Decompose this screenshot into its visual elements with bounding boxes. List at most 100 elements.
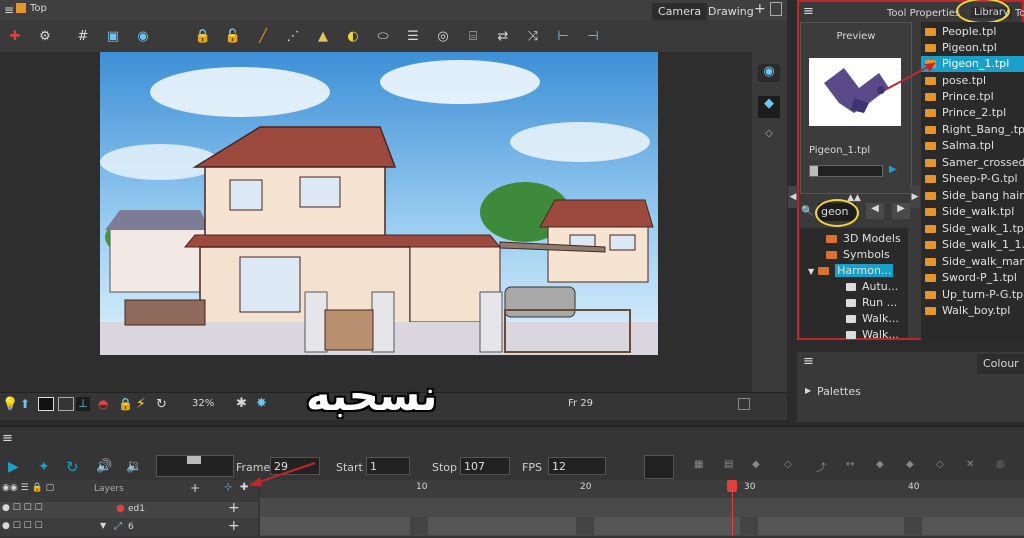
fps-select[interactable]: 12 xyxy=(548,457,606,475)
light-icon[interactable]: ◐ xyxy=(342,25,364,47)
expand-layer-icon[interactable]: ▼ xyxy=(100,521,106,530)
collapse-right-icon[interactable]: ▶ xyxy=(910,186,920,208)
track-cell[interactable] xyxy=(904,517,922,535)
remove-key-icon[interactable]: ◇ xyxy=(784,459,792,470)
transform-tool-icon[interactable]: ✚ xyxy=(4,25,26,47)
tree-item-3d-models[interactable]: 3D Models xyxy=(822,231,901,247)
list-item[interactable]: Sword-P_1.tpl xyxy=(921,270,1017,286)
nav-back-button[interactable]: ◀ xyxy=(866,203,884,219)
ease-icon[interactable]: ◆ xyxy=(876,459,884,470)
lightning-icon[interactable]: ⚡ xyxy=(136,396,146,412)
list-item[interactable]: Walk_boy.tpl xyxy=(921,303,1010,319)
list-item[interactable]: Up_turn-P-G.tpl xyxy=(921,287,1024,303)
ease-out-icon[interactable]: ◆ xyxy=(906,459,914,470)
table-row[interactable]: ● ☐ ☐ ☐ ▼ ⤢ 6 + xyxy=(0,518,258,536)
frame-mode-icon[interactable] xyxy=(38,397,54,411)
tree-item-autumn[interactable]: Autu... xyxy=(842,279,898,295)
bulb-icon[interactable]: 💡 xyxy=(2,397,18,412)
list-item[interactable]: Side_walk.tpl xyxy=(921,204,1014,220)
list-item[interactable]: Salma.tpl xyxy=(921,138,994,154)
speed-slider[interactable] xyxy=(156,455,234,477)
colour-menu-icon[interactable]: ≡ xyxy=(803,354,814,369)
sound-icon[interactable]: 🔊 xyxy=(96,459,112,474)
tab-tool-properties[interactable]: Tool Properties xyxy=(887,8,960,19)
lock-icon[interactable]: 🔒 xyxy=(192,25,214,47)
cylinder-icon[interactable]: ⌸ xyxy=(462,25,484,47)
tab-camera[interactable]: Camera xyxy=(652,3,708,20)
add-drawing-icon[interactable]: ▤ xyxy=(724,459,733,470)
merge-icon[interactable]: ⤨ xyxy=(522,25,544,47)
preview-slider[interactable] xyxy=(809,165,883,177)
clear-icon[interactable]: ✕ xyxy=(966,459,974,470)
list-item[interactable]: Side_walk_1_1.tpl xyxy=(921,237,1024,253)
list-item[interactable]: People.tpl xyxy=(921,24,996,40)
row-toggles[interactable]: ● ☐ ☐ ☐ xyxy=(2,521,43,531)
eye-icon[interactable]: ◉ xyxy=(758,64,780,82)
list-item[interactable]: Prince_2.tpl xyxy=(921,105,1006,121)
tab-colour[interactable]: Colour xyxy=(977,354,1024,374)
layer-stack-icon[interactable]: ◇ xyxy=(758,128,780,144)
timeline-tracks[interactable] xyxy=(260,498,1024,536)
split-icon[interactable]: ⇄ xyxy=(492,25,514,47)
detach-icon[interactable] xyxy=(770,2,782,16)
tab-drawing[interactable]: Drawing xyxy=(702,3,760,20)
constant-icon[interactable]: ◇ xyxy=(936,459,944,470)
add-row-icon[interactable]: + xyxy=(228,518,240,534)
disc-icon[interactable]: ◎ xyxy=(432,25,454,47)
menu-icon[interactable]: ≡ xyxy=(4,3,14,17)
dotted-line-icon[interactable]: ⋰ xyxy=(282,25,304,47)
playhead-handle[interactable] xyxy=(727,480,737,492)
color-view-icon[interactable]: ◓ xyxy=(98,397,108,411)
loop-button[interactable]: ↻ xyxy=(66,458,79,476)
expand-palettes-icon[interactable]: ▶ xyxy=(805,386,811,395)
onion-icon[interactable]: ◎ xyxy=(996,459,1005,470)
line-tool-icon[interactable]: ╱ xyxy=(252,25,274,47)
floor-icon[interactable]: ⬭ xyxy=(372,25,394,47)
layers-icon[interactable]: ◆ xyxy=(758,96,780,118)
tab-more[interactable]: To xyxy=(1015,8,1024,19)
peg-icon[interactable]: ▲ xyxy=(312,25,334,47)
zoom-level[interactable]: 32% xyxy=(192,398,214,409)
safe-area-icon[interactable]: ▣ xyxy=(102,25,124,47)
layer-visibility-icons[interactable]: ◉◉ ☰ 🔒 ▢ xyxy=(2,483,54,493)
list-item[interactable]: Side_walk_1.tpl xyxy=(921,221,1024,237)
add-layer-icon[interactable]: + xyxy=(190,481,200,495)
track-cell[interactable] xyxy=(576,517,594,535)
tree-item-run[interactable]: Run ... xyxy=(842,295,897,311)
play-button[interactable]: ▶ xyxy=(8,459,19,475)
list-item[interactable]: Pigeon.tpl xyxy=(921,40,997,56)
align-right-icon[interactable]: ⊣ xyxy=(582,25,604,47)
add-peg-icon[interactable]: ⊹ xyxy=(224,482,232,493)
expand-icon[interactable]: ▼ xyxy=(808,267,814,276)
add-view-icon[interactable]: + xyxy=(754,1,766,17)
list-item[interactable]: Samer_crossed_h xyxy=(921,155,1024,171)
set-key-icon[interactable]: ◆ xyxy=(752,459,760,470)
track-cell[interactable] xyxy=(740,517,758,535)
timeline-menu-icon[interactable]: ≡ xyxy=(2,431,13,446)
render-preview-icon[interactable] xyxy=(58,397,74,411)
table-row[interactable]: ● ☐ ☐ ☐ ● ed1 + xyxy=(0,500,258,518)
tree-item-harmony[interactable]: ▼ Harmon... xyxy=(808,263,894,279)
stop-motion-icon[interactable]: ↔ xyxy=(846,459,854,470)
gear-icon[interactable]: ⚙ xyxy=(34,25,56,47)
view-option-box[interactable] xyxy=(738,398,750,410)
pivot-icon[interactable]: ⊥ xyxy=(76,397,90,411)
layer-name[interactable]: ed1 xyxy=(128,504,145,514)
layer-color-swatch[interactable] xyxy=(644,455,674,479)
keyframe-icon[interactable]: ▦ xyxy=(694,459,703,470)
track-cell[interactable] xyxy=(410,517,428,535)
lock-view-icon[interactable]: 🔒 xyxy=(118,397,133,411)
stop-field[interactable]: 107 xyxy=(460,457,510,475)
list-item[interactable]: Side_walk_man.t xyxy=(921,254,1024,270)
frame-ruler[interactable]: 10 20 30 40 xyxy=(260,480,1024,498)
tree-item-symbols[interactable]: Symbols xyxy=(822,247,890,263)
collapse-left-icon[interactable]: ◀ xyxy=(788,186,798,208)
list-item[interactable]: Sheep-P-G.tpl xyxy=(921,171,1018,187)
play-preview-icon[interactable]: ▶ xyxy=(889,164,897,175)
snowflake-icon[interactable]: ✱ xyxy=(236,396,247,411)
star-icon[interactable]: ✸ xyxy=(256,396,267,411)
stack-icon[interactable]: ☰ xyxy=(402,25,424,47)
list-item[interactable]: Right_Bang_.tpl xyxy=(921,122,1024,138)
row-toggles[interactable]: ● ☐ ☐ ☐ xyxy=(2,503,43,513)
onion-skin-icon[interactable]: ◉ xyxy=(132,25,154,47)
